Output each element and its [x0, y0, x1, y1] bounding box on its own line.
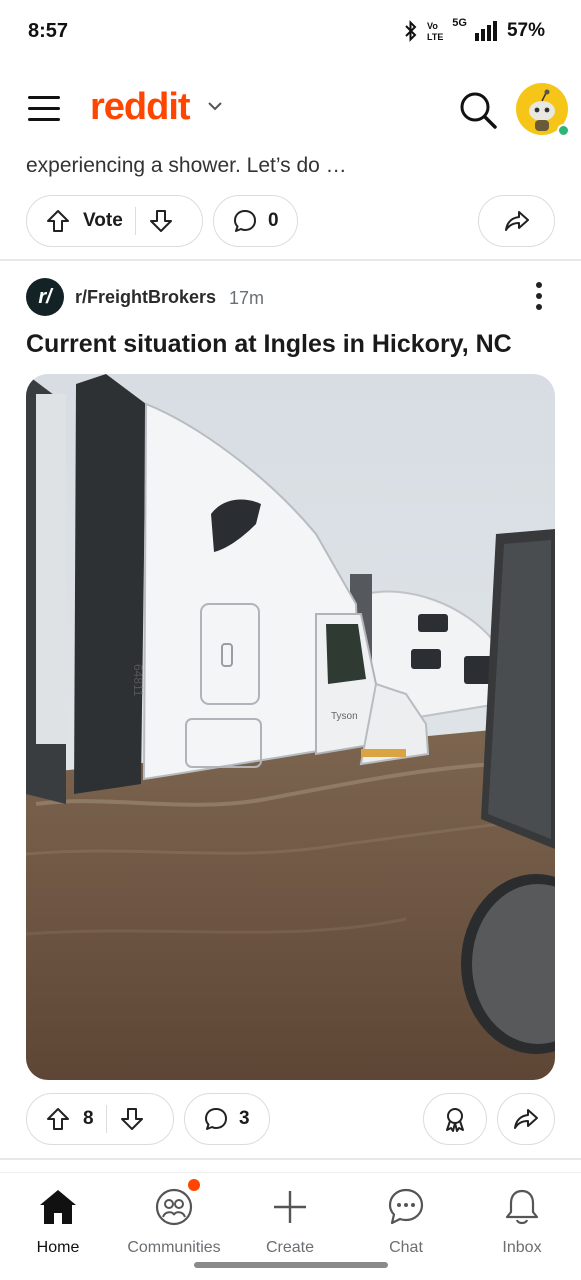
comment-icon: [234, 210, 256, 232]
communities-icon: [155, 1188, 193, 1226]
bluetooth-icon: [405, 20, 417, 42]
menu-icon[interactable]: [28, 96, 62, 124]
feed-divider: [0, 259, 581, 261]
nav-chat[interactable]: Chat: [348, 1187, 464, 1257]
upvote-icon[interactable]: [45, 1106, 71, 1132]
nav-label: Inbox: [502, 1239, 542, 1256]
truck-number-label: 64811: [131, 664, 145, 697]
post-title[interactable]: Current situation at Ingles in Hickory, …: [26, 330, 512, 359]
subreddit-name[interactable]: r/FreightBrokers: [75, 287, 216, 308]
feed-divider: [0, 1158, 581, 1160]
award-icon: [446, 1108, 464, 1132]
comment-icon: [205, 1108, 227, 1130]
downvote-icon[interactable]: [119, 1106, 145, 1132]
post-time: 17m: [229, 288, 265, 308]
svg-text:Vo: Vo: [427, 21, 438, 31]
status-time: 8:57: [28, 20, 69, 42]
network-type: 5G: [452, 17, 467, 29]
notification-badge: [188, 1179, 200, 1191]
post-image[interactable]: 64811 Tyson: [26, 374, 555, 1080]
vote-pill: Vote: [26, 195, 203, 247]
downvote-icon[interactable]: [148, 208, 174, 234]
nav-label: Communities: [127, 1239, 221, 1256]
post-comment-count: 3: [239, 1108, 250, 1129]
share-button[interactable]: [478, 195, 555, 247]
vote-count: 8: [83, 1108, 94, 1129]
nav-communities[interactable]: Communities: [116, 1179, 232, 1257]
post-comments-button[interactable]: 3: [184, 1093, 270, 1145]
chevron-down-icon[interactable]: [206, 100, 224, 112]
avatar[interactable]: [516, 83, 570, 137]
svg-text:LTE: LTE: [427, 32, 443, 42]
nav-label: Create: [265, 1239, 315, 1256]
search-icon[interactable]: [458, 90, 498, 130]
home-icon: [40, 1190, 76, 1224]
chat-icon: [388, 1188, 424, 1225]
bell-icon: [505, 1189, 539, 1225]
nav-label: Chat: [389, 1239, 423, 1256]
flooded-trucks-photo: 64811 Tyson: [26, 374, 555, 1080]
previous-post-snippet[interactable]: experiencing a shower. Let’s do …: [26, 154, 347, 178]
comments-button[interactable]: 0: [213, 195, 298, 247]
upvote-icon[interactable]: [45, 208, 71, 234]
nav-create[interactable]: Create: [232, 1187, 348, 1257]
reddit-logo[interactable]: reddit: [90, 86, 191, 129]
status-icons: Vo LTE 5G 57%: [404, 17, 545, 42]
post-share-button[interactable]: [497, 1093, 555, 1145]
volte-icon: VoLTE: [427, 21, 443, 42]
vote-label: Vote: [83, 210, 123, 231]
post-vote-pill: 8: [26, 1093, 174, 1145]
nav-label: Home: [36, 1239, 80, 1256]
subreddit-icon[interactable]: r/: [26, 278, 64, 316]
online-indicator: [557, 124, 570, 137]
more-options-icon[interactable]: [530, 282, 548, 312]
plus-icon: [274, 1191, 306, 1223]
nav-home[interactable]: Home: [0, 1187, 116, 1257]
status-bar: 8:57 Vo LTE 5G 57%: [0, 0, 581, 64]
comment-count: 0: [268, 210, 279, 231]
share-icon: [504, 211, 529, 231]
nav-inbox[interactable]: Inbox: [464, 1187, 580, 1257]
signal-icon: [474, 21, 497, 41]
top-nav: reddit: [0, 70, 581, 150]
share-icon: [514, 1109, 538, 1129]
award-button[interactable]: [423, 1093, 487, 1145]
battery-level: 57%: [506, 20, 545, 41]
gesture-bar[interactable]: [194, 1262, 388, 1268]
truck-brand-label: Tyson: [331, 711, 358, 722]
